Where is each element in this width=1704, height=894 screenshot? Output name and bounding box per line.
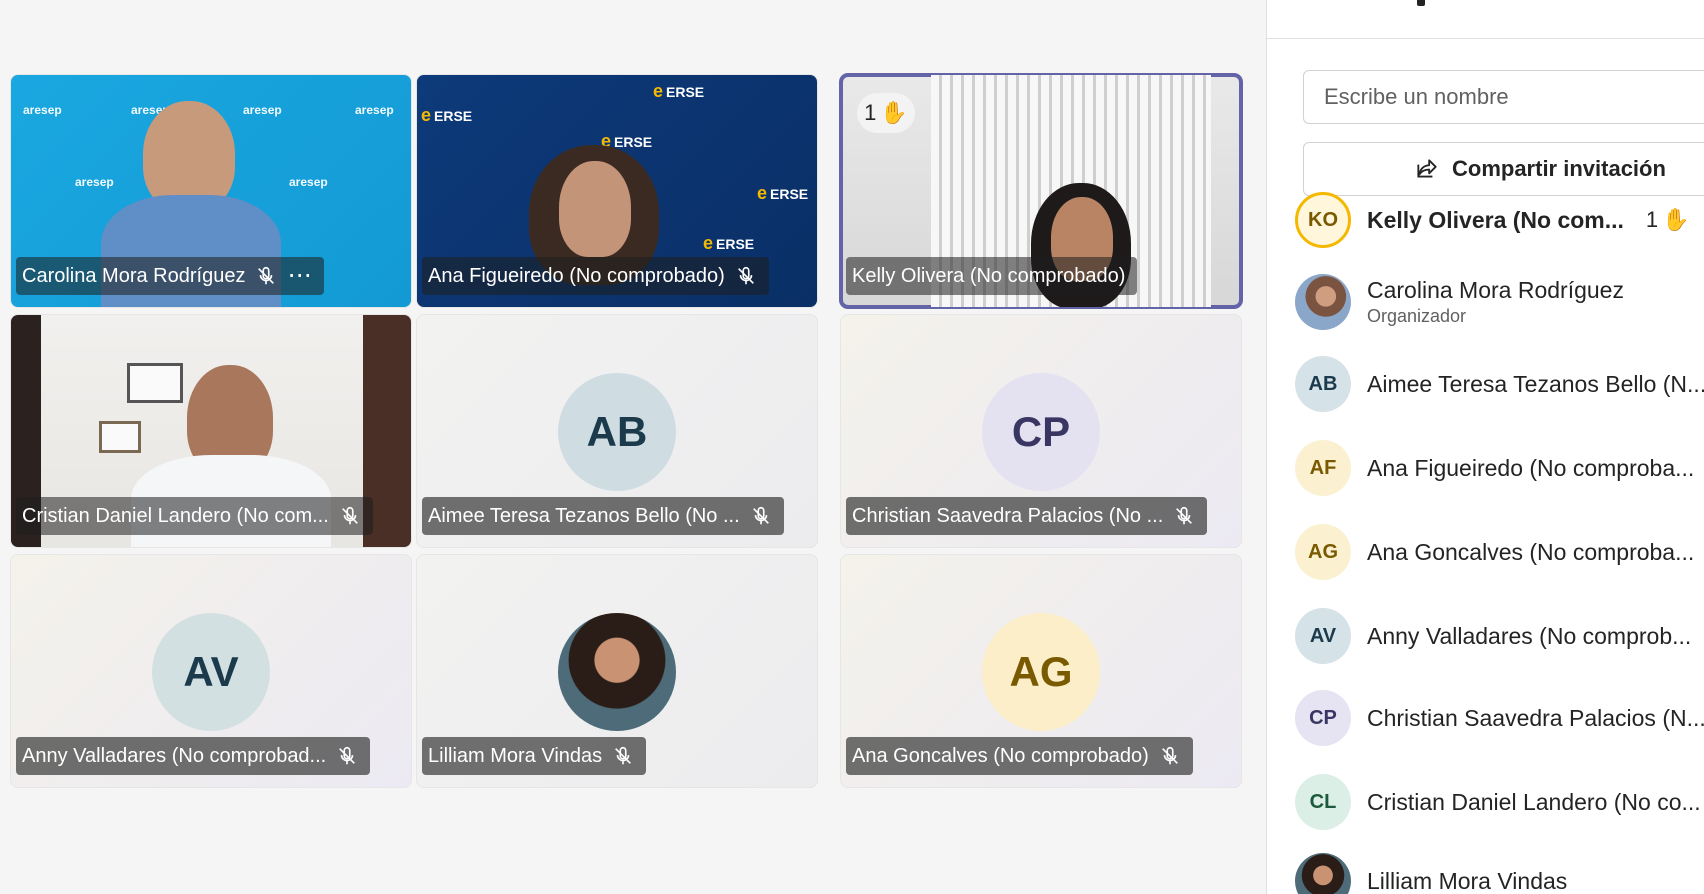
avatar: AB: [558, 373, 676, 491]
participant-role: Organizador: [1367, 306, 1467, 326]
mic-off-icon: [752, 506, 769, 525]
mic-off-icon: [341, 506, 358, 525]
avatar-photo: [1295, 274, 1351, 330]
raised-hand-icon: ✋: [1662, 207, 1690, 232]
participant-name: Christian Saavedra Palacios (N...: [1367, 704, 1704, 731]
participant-video-face: [559, 161, 631, 257]
search-placeholder: Escribe un nombre: [1324, 84, 1509, 109]
avatar: AB: [1295, 356, 1351, 412]
wall-frame: [99, 421, 141, 453]
logo-watermark: aresep: [289, 175, 328, 189]
tile-name-text: Aimee Teresa Tezanos Bello (No ...: [428, 504, 740, 527]
video-tile-kelly[interactable]: 1 ✋ Kelly Olivera (No comprobado): [839, 73, 1243, 309]
participant-name: Kelly Olivera (No com...: [1367, 206, 1624, 233]
participant-row[interactable]: CP Christian Saavedra Palacios (N...: [1295, 688, 1704, 748]
participant-row[interactable]: AG Ana Goncalves (No comproba...: [1295, 522, 1704, 582]
avatar: CP: [982, 373, 1100, 491]
participant-row[interactable]: CL Cristian Daniel Landero (No co...: [1295, 772, 1704, 832]
participant-row[interactable]: AV Anny Valladares (No comprob...: [1295, 606, 1704, 666]
tile-name-text: Anny Valladares (No comprobad...: [22, 744, 327, 767]
tile-name-text: Lilliam Mora Vindas: [428, 744, 603, 767]
tile-name-text: Carolina Mora Rodríguez: [22, 264, 246, 287]
erse-watermark: e ERSE: [653, 81, 705, 101]
avatar-tile-lilliam[interactable]: Lilliam Mora Vindas: [416, 554, 818, 788]
logo-watermark: aresep: [243, 103, 282, 117]
participant-name: Carolina Mora Rodríguez: [1367, 277, 1624, 303]
avatar-tile-aimee[interactable]: AB Aimee Teresa Tezanos Bello (No ...: [416, 314, 818, 548]
participant-name: Cristian Daniel Landero (No co...: [1367, 788, 1701, 815]
video-tile-carolina[interactable]: aresep aresep aresep aresep aresep arese…: [10, 74, 412, 308]
mic-off-icon: [615, 746, 632, 765]
tile-name-text: Cristian Daniel Landero (No com...: [22, 504, 329, 527]
erse-watermark: e ERSE: [421, 105, 473, 125]
avatar: AF: [1295, 440, 1351, 496]
raised-hand-icon: ✋: [880, 100, 908, 125]
logo-watermark: aresep: [355, 103, 394, 117]
share-invitation-label: Compartir invitación: [1452, 156, 1666, 181]
raised-hand-count: 1: [1645, 207, 1659, 232]
participant-row[interactable]: Lilliam Mora Vindas: [1295, 842, 1704, 894]
avatar-photo: [558, 613, 676, 731]
avatar: CL: [1295, 774, 1351, 830]
wall-frame: [127, 363, 183, 403]
avatar-tile-christian-saavedra[interactable]: CP Christian Saavedra Palacios (No ...: [840, 314, 1242, 548]
share-invitation-button[interactable]: Compartir invitación: [1303, 142, 1704, 196]
tile-name-label: Aimee Teresa Tezanos Bello (No ...: [422, 497, 784, 535]
tile-name-text: Christian Saavedra Palacios (No ...: [852, 504, 1164, 527]
participant-row[interactable]: KO Kelly Olivera (No com... 1 ✋: [1295, 190, 1704, 250]
share-icon: [1417, 159, 1437, 178]
avatar: KO: [1295, 192, 1351, 248]
mic-off-icon: [258, 266, 275, 285]
meeting-stage: aresep aresep aresep aresep aresep arese…: [0, 0, 1266, 894]
tile-name-label: Christian Saavedra Palacios (No ...: [846, 497, 1208, 535]
participant-name: Ana Figueiredo (No comproba...: [1367, 454, 1695, 481]
tile-name-text: Ana Goncalves (No comprobado): [852, 744, 1149, 767]
logo-watermark: aresep: [23, 103, 62, 117]
participant-name: Aimee Teresa Tezanos Bello (N...: [1367, 370, 1704, 397]
logo-watermark: aresep: [75, 175, 114, 189]
mic-off-icon: [1176, 506, 1193, 525]
participant-search-input[interactable]: Escribe un nombre: [1303, 70, 1704, 124]
avatar-tile-ana-goncalves[interactable]: AG Ana Goncalves (No comprobado): [840, 554, 1242, 788]
video-tile-ana-figueiredo[interactable]: e ERSE e ERSE e ERSE e ERSE e ERSE Ana Figuei…: [416, 74, 818, 308]
participant-name: Lilliam Mora Vindas: [1367, 867, 1568, 894]
participant-row[interactable]: Carolina Mora Rodríguez Organizador: [1295, 272, 1704, 332]
avatar: AV: [152, 613, 270, 731]
participant-row[interactable]: AB Aimee Teresa Tezanos Bello (N...: [1295, 354, 1704, 414]
erse-watermark: e ERSE: [703, 233, 755, 253]
avatar: AG: [1295, 524, 1351, 580]
tile-name-label: Ana Figueiredo (No comprobado): [422, 257, 769, 295]
mic-off-icon: [1161, 746, 1178, 765]
mic-off-icon: [737, 266, 754, 285]
more-options-icon[interactable]: ⋯: [287, 264, 312, 288]
tile-name-label: Anny Valladares (No comprobad...: [16, 737, 371, 775]
participant-name: Ana Goncalves (No comproba...: [1367, 538, 1695, 565]
tile-name-label: Ana Goncalves (No comprobado): [846, 737, 1193, 775]
tile-name-label: Cristian Daniel Landero (No com...: [16, 497, 373, 535]
raised-hand-badge: 1 ✋: [1646, 207, 1690, 233]
tile-name-text: Ana Figueiredo (No comprobado): [428, 264, 725, 287]
tile-name-text: Kelly Olivera (No comprobado): [852, 264, 1126, 287]
avatar-photo: [1295, 853, 1351, 894]
tile-name-label: Kelly Olivera (No comprobado): [846, 257, 1138, 295]
mic-off-icon: [339, 746, 356, 765]
raised-hand-badge: 1 ✋: [857, 93, 915, 133]
avatar: CP: [1295, 690, 1351, 746]
video-tile-cristian-daniel[interactable]: Cristian Daniel Landero (No com...: [10, 314, 412, 548]
participants-panel: Escribe un nombre Compartir invitación K…: [1266, 0, 1704, 894]
panel-divider: [1267, 38, 1704, 39]
tile-name-label: Carolina Mora Rodríguez ⋯: [16, 257, 325, 295]
avatar: AG: [982, 613, 1100, 731]
erse-watermark: e ERSE: [757, 183, 809, 203]
participant-row[interactable]: AF Ana Figueiredo (No comproba...: [1295, 438, 1704, 498]
avatar: AV: [1295, 608, 1351, 664]
panel-title-fragment: [1417, 0, 1425, 6]
avatar-tile-anny[interactable]: AV Anny Valladares (No comprobad...: [10, 554, 412, 788]
raised-hand-count: 1: [864, 100, 877, 125]
tile-name-label: Lilliam Mora Vindas: [422, 737, 647, 775]
participant-name: Anny Valladares (No comprob...: [1367, 622, 1692, 649]
